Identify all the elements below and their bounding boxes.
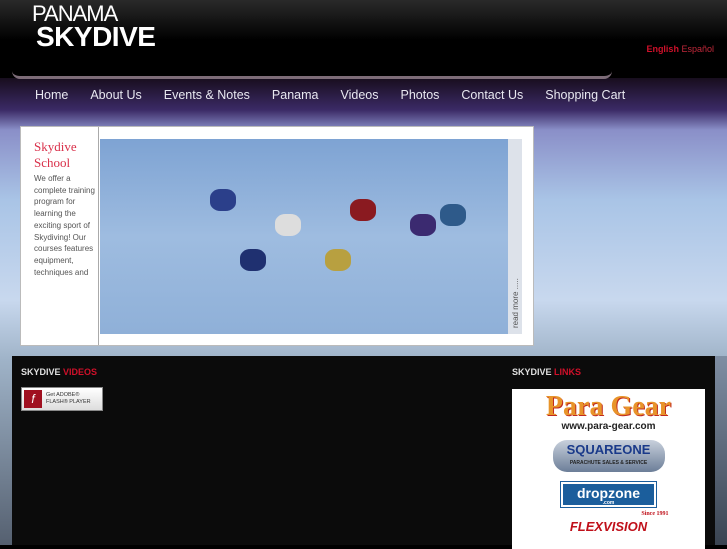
nav-about-us[interactable]: About Us bbox=[79, 88, 152, 102]
nav-shopping-cart[interactable]: Shopping Cart bbox=[534, 88, 636, 102]
sponsor-links: Para Gear www.para-gear.com SQUAREONE PAR… bbox=[512, 389, 705, 549]
nav-events-notes[interactable]: Events & Notes bbox=[153, 88, 261, 102]
skydivers-photo bbox=[100, 139, 509, 334]
flexvision-since: Since 1991 bbox=[641, 511, 669, 517]
links-heading-red: LINKS bbox=[554, 367, 582, 377]
nav-panama[interactable]: Panama bbox=[261, 88, 330, 102]
links-heading: SKYDIVE LINKS bbox=[512, 367, 581, 377]
feature-text: We offer a complete training program for… bbox=[34, 174, 95, 277]
flash-line1: Get ADOBE® bbox=[46, 392, 80, 398]
flexvision-logo: FLEXVISION bbox=[569, 519, 648, 534]
feature-sidebar: Skydive School We offer a complete traini… bbox=[21, 127, 99, 345]
squareone-link[interactable]: SQUAREONE PARACHUTE SALES & SERVICE bbox=[552, 440, 665, 472]
videos-heading: SKYDIVE VIDEOS bbox=[21, 367, 97, 377]
flash-line2: FLASH® PLAYER bbox=[46, 399, 91, 405]
background-strip bbox=[715, 356, 727, 545]
nav-divider bbox=[12, 71, 612, 79]
feature-title: Skydive School bbox=[34, 139, 98, 171]
videos-heading-white: SKYDIVE bbox=[21, 367, 61, 377]
dropzone-logo: dropzone bbox=[577, 485, 640, 501]
bottom-section: SKYDIVE VIDEOS f Get ADOBE® FLASH® PLAYER… bbox=[12, 356, 715, 549]
flash-icon: f bbox=[24, 390, 42, 408]
lang-english[interactable]: English bbox=[646, 44, 679, 54]
read-more-text: read more ..... bbox=[511, 278, 520, 328]
dropzone-sub: .com bbox=[602, 500, 615, 506]
language-switcher: English Español bbox=[646, 44, 714, 54]
links-heading-white: SKYDIVE bbox=[512, 367, 552, 377]
paragear-logo: Para Gear bbox=[545, 391, 672, 422]
dropzone-link[interactable]: dropzone .com bbox=[560, 481, 657, 508]
squareone-sub: PARACHUTE SALES & SERVICE bbox=[569, 460, 648, 466]
paragear-url: www.para-gear.com bbox=[561, 421, 656, 432]
nav-home[interactable]: Home bbox=[24, 88, 79, 102]
videos-heading-red: VIDEOS bbox=[63, 367, 98, 377]
flexvision-link[interactable]: Since 1991 FLEXVISION bbox=[549, 511, 669, 534]
title-line2: School bbox=[34, 155, 71, 170]
get-flash-player-button[interactable]: f Get ADOBE® FLASH® PLAYER bbox=[21, 387, 103, 411]
logo[interactable]: PANAMA SKYDIVE bbox=[32, 3, 156, 52]
paragear-link[interactable]: Para Gear www.para-gear.com bbox=[545, 391, 672, 433]
nav-videos[interactable]: Videos bbox=[329, 88, 389, 102]
main-nav: Home About Us Events & Notes Panama Vide… bbox=[24, 88, 636, 102]
nav-photos[interactable]: Photos bbox=[389, 88, 450, 102]
title-line1: Skydive bbox=[34, 139, 77, 154]
feature-panel: Skydive School We offer a complete traini… bbox=[20, 126, 534, 346]
logo-line2: SKYDIVE bbox=[36, 21, 156, 52]
squareone-logo: SQUAREONE bbox=[566, 442, 651, 457]
lang-spanish[interactable]: Español bbox=[681, 44, 714, 54]
nav-contact-us[interactable]: Contact Us bbox=[450, 88, 534, 102]
read-more-link[interactable]: read more ..... bbox=[508, 139, 522, 334]
